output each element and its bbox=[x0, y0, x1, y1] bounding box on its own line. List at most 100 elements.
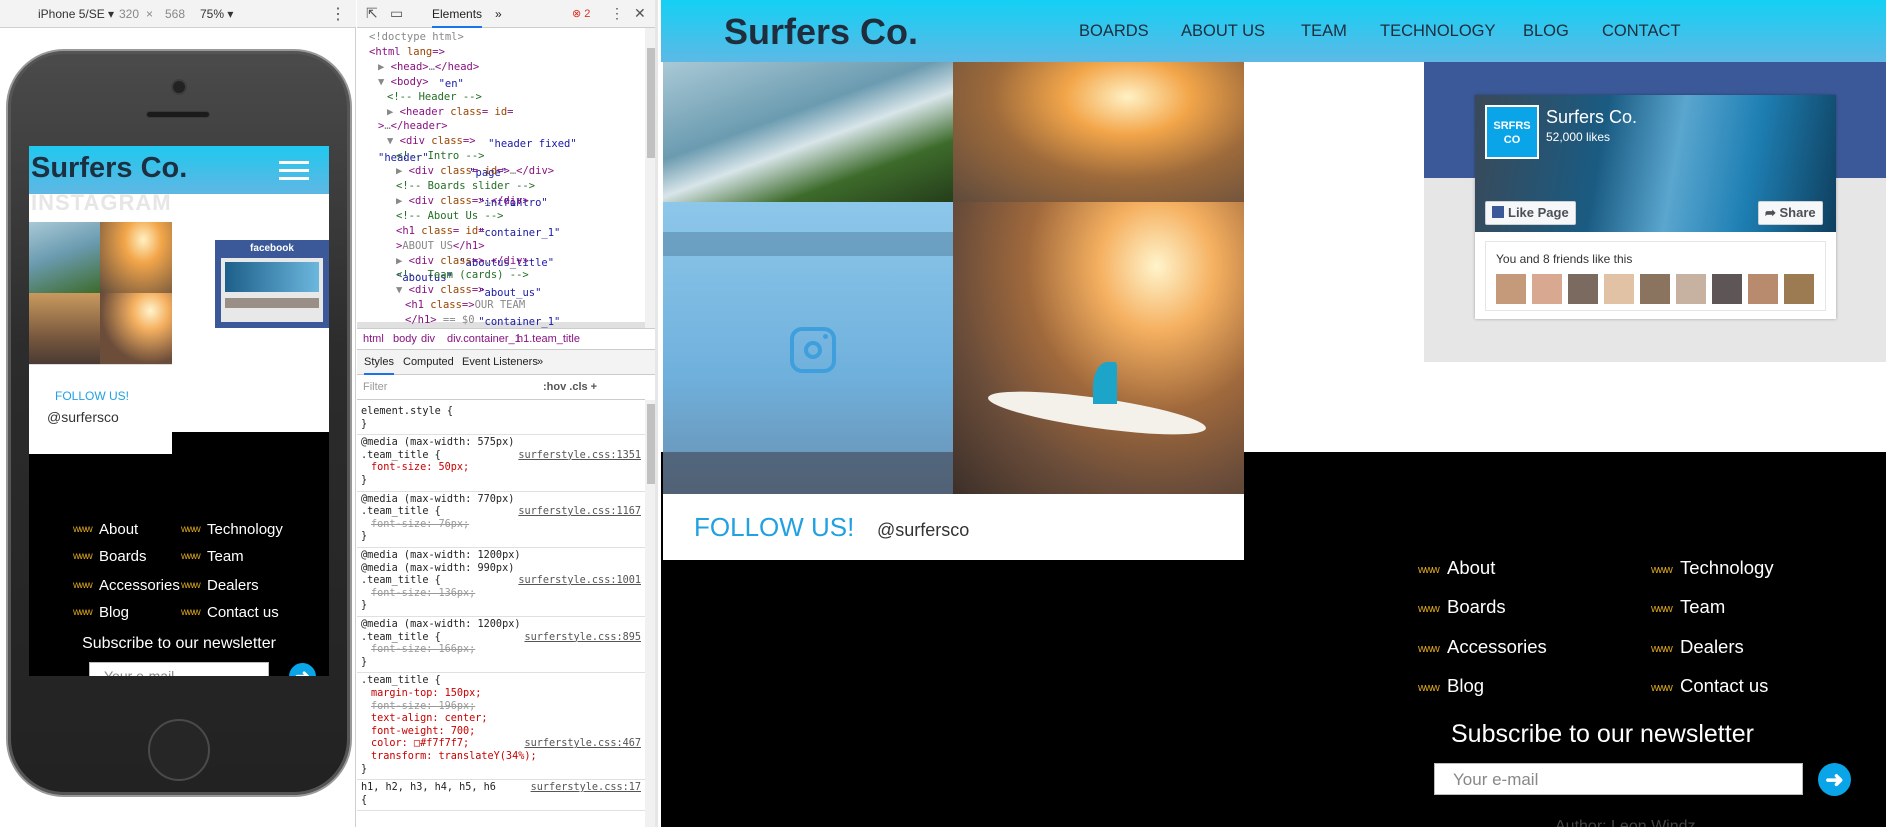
instagram-photo[interactable] bbox=[100, 293, 172, 364]
nav-contact[interactable]: CONTACT bbox=[1602, 22, 1681, 41]
dom-node-line[interactable]: <!-- Boards slider --> bbox=[396, 179, 535, 194]
breadcrumb-item[interactable]: html bbox=[363, 333, 384, 345]
footer-link[interactable]: Accessories bbox=[99, 577, 180, 594]
tab-style-pane[interactable]: Event Listeners bbox=[462, 356, 538, 368]
avatar[interactable] bbox=[1712, 274, 1742, 304]
footer-link-boards[interactable]: Boards bbox=[1447, 596, 1506, 618]
footer-link[interactable]: Contact us bbox=[207, 604, 279, 621]
stylesheet-source-link[interactable]: surferstyle.css:17 bbox=[531, 782, 641, 795]
footer-link[interactable]: Team bbox=[207, 548, 244, 565]
footer-link-technology[interactable]: Technology bbox=[1680, 557, 1774, 579]
tab-style-pane[interactable]: » bbox=[537, 356, 543, 368]
more-options-icon[interactable]: ⋮ bbox=[610, 5, 624, 22]
dom-node-line[interactable]: ▼ <body> bbox=[378, 75, 429, 90]
tab-style-pane[interactable]: Styles bbox=[364, 356, 394, 375]
nav-technology[interactable]: TECHNOLOGY bbox=[1380, 22, 1496, 41]
more-tabs-icon[interactable]: » bbox=[495, 7, 502, 21]
scrollbar[interactable] bbox=[645, 400, 655, 827]
footer-link-blog[interactable]: Blog bbox=[1447, 675, 1484, 697]
dom-node-line[interactable]: <!-- Header --> bbox=[387, 90, 482, 105]
dom-node-line[interactable]: "aboutus" >ABOUT US</h1> bbox=[396, 239, 485, 284]
avatar[interactable] bbox=[1496, 274, 1526, 304]
submit-arrow-icon[interactable]: ➜ bbox=[1818, 763, 1851, 796]
follow-us-link[interactable]: FOLLOW US! bbox=[694, 512, 854, 543]
more-options-icon[interactable]: ⋮ bbox=[330, 4, 346, 24]
instagram-photo[interactable] bbox=[953, 62, 1244, 202]
footer-link-contact-us[interactable]: Contact us bbox=[1680, 675, 1768, 697]
instagram-photo[interactable] bbox=[29, 293, 100, 364]
avatar[interactable] bbox=[1532, 274, 1562, 304]
email-field[interactable]: Your e-mail bbox=[89, 662, 269, 676]
page-avatar[interactable]: SRFRS CO bbox=[1485, 105, 1539, 159]
device-toggle-icon[interactable]: ▭ bbox=[390, 5, 403, 22]
instagram-photo[interactable] bbox=[29, 222, 100, 293]
footer-link-accessories[interactable]: Accessories bbox=[1447, 636, 1547, 658]
error-count-badge[interactable]: ⊗ 2 bbox=[572, 7, 590, 20]
breadcrumb-item[interactable]: body bbox=[393, 333, 417, 345]
mobile-facebook-widget[interactable]: facebook bbox=[215, 240, 329, 328]
device-width-input[interactable]: 320 bbox=[119, 7, 139, 21]
dom-node-line[interactable]: <!-- About Us --> bbox=[396, 209, 503, 224]
stylesheet-source-link[interactable]: surferstyle.css:1351 bbox=[518, 450, 641, 463]
like-page-button[interactable]: Like Page bbox=[1485, 201, 1576, 225]
hamburger-menu-icon[interactable] bbox=[279, 161, 309, 181]
footer-link-dealers[interactable]: Dealers bbox=[1680, 636, 1744, 658]
dom-node-line[interactable]: ▶ <header class= "header fixed" id= bbox=[387, 105, 577, 150]
footer-link[interactable]: Boards bbox=[99, 548, 147, 565]
dom-node-line[interactable]: </h1> == $0 bbox=[405, 313, 475, 328]
follow-us-link[interactable]: FOLLOW US! bbox=[55, 389, 129, 403]
share-button[interactable]: ➦ Share bbox=[1758, 201, 1823, 225]
avatar[interactable] bbox=[1604, 274, 1634, 304]
avatar[interactable] bbox=[1568, 274, 1598, 304]
nav-about-us[interactable]: ABOUT US bbox=[1181, 22, 1265, 41]
tab-style-pane[interactable]: Computed bbox=[403, 356, 454, 368]
stylesheet-source-link[interactable]: surferstyle.css:467 bbox=[524, 738, 641, 751]
zoom-select[interactable]: 75% ▾ bbox=[200, 7, 233, 21]
stylesheet-source-link[interactable]: surferstyle.css:1001 bbox=[518, 575, 641, 588]
inspect-icon[interactable]: ⇱ bbox=[366, 5, 378, 22]
dom-node-line[interactable]: <!doctype html> bbox=[369, 30, 464, 45]
avatar[interactable] bbox=[1784, 274, 1814, 304]
device-height-input[interactable]: 568 bbox=[165, 7, 185, 21]
dom-node-line[interactable]: ▶ <div class= "container_1" >…</div> bbox=[396, 194, 560, 239]
footer-link[interactable]: Technology bbox=[207, 521, 283, 538]
breadcrumb-item[interactable]: h1.team_title bbox=[517, 333, 580, 345]
footer-link-about[interactable]: About bbox=[1447, 557, 1495, 579]
dom-node-line[interactable]: ▶ <div class= "about_us" >…</div> bbox=[396, 254, 541, 299]
instagram-photo[interactable] bbox=[663, 202, 953, 494]
filter-tools[interactable]: :hov .cls + bbox=[543, 381, 597, 393]
breadcrumb-item[interactable]: div bbox=[421, 333, 435, 345]
instagram-photo[interactable] bbox=[100, 222, 172, 293]
dom-node-line[interactable]: <!-- Team (cards) --> bbox=[396, 268, 529, 283]
instagram-photo[interactable] bbox=[663, 62, 953, 202]
email-field[interactable]: Your e-mail bbox=[1434, 763, 1803, 795]
facebook-page-name[interactable]: Surfers Co. bbox=[1546, 107, 1637, 128]
site-logo[interactable]: Surfers Co. bbox=[724, 11, 918, 53]
footer-link-team[interactable]: Team bbox=[1680, 596, 1725, 618]
instagram-photo[interactable] bbox=[953, 202, 1244, 494]
avatar[interactable] bbox=[1748, 274, 1778, 304]
footer-link[interactable]: About bbox=[99, 521, 138, 538]
dom-node-line[interactable]: <html lang= "en" > bbox=[369, 45, 464, 90]
dom-node-line[interactable]: ▶ <div class= "intro" id= "intro" >…</div> bbox=[396, 164, 554, 209]
close-icon[interactable]: ✕ bbox=[634, 5, 646, 22]
mobile-logo[interactable]: Surfers Co. bbox=[31, 152, 187, 185]
home-button[interactable] bbox=[148, 719, 210, 781]
device-select[interactable]: iPhone 5/SE ▾ bbox=[38, 7, 114, 21]
filter-input[interactable]: Filter bbox=[363, 381, 387, 393]
nav-boards[interactable]: BOARDS bbox=[1079, 22, 1149, 41]
dom-node-line[interactable]: "header" >…</header> bbox=[378, 119, 448, 164]
dom-node-line[interactable]: <h1 class= "aboutus_title" id= bbox=[396, 224, 554, 269]
stylesheet-source-link[interactable]: surferstyle.css:1167 bbox=[518, 506, 641, 519]
dom-node-line[interactable]: ▼ <div class="container_1"> bbox=[396, 283, 560, 328]
nav-blog[interactable]: BLOG bbox=[1523, 22, 1569, 41]
dom-node-line[interactable]: <h1 class="team_title">OUR TEAM bbox=[405, 298, 544, 343]
dom-node-line[interactable]: <!-- Intro --> bbox=[396, 149, 485, 164]
footer-link[interactable]: Blog bbox=[99, 604, 129, 621]
scrollbar[interactable] bbox=[645, 28, 655, 328]
breadcrumb-item[interactable]: div.container_1 bbox=[447, 333, 521, 345]
dom-node-line[interactable]: ▶ <head>…</head> bbox=[378, 60, 479, 75]
avatar[interactable] bbox=[1640, 274, 1670, 304]
footer-link[interactable]: Dealers bbox=[207, 577, 259, 594]
tab-elements[interactable]: Elements bbox=[432, 7, 483, 28]
